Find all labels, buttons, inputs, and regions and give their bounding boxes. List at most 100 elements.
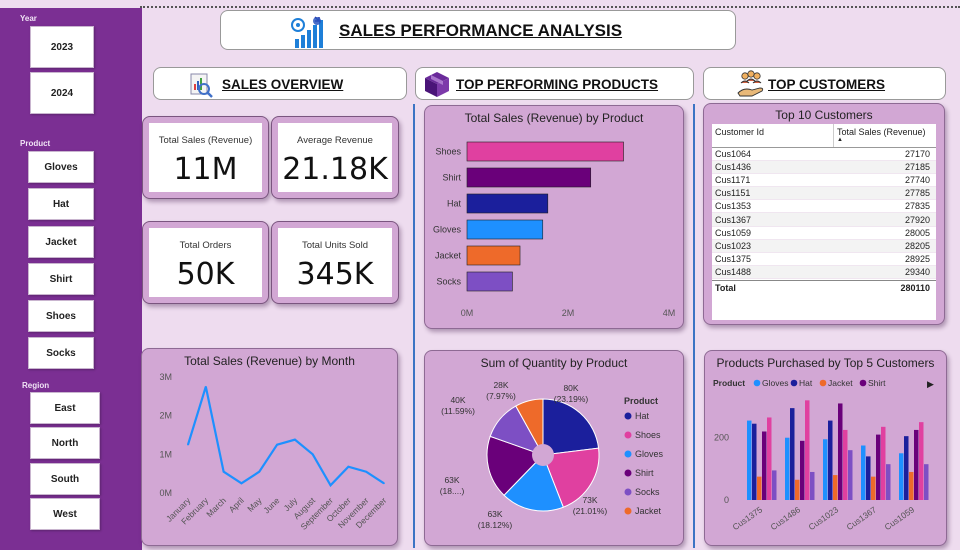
units-sold-card: Total Units Sold 345K — [271, 221, 399, 304]
customer-id-cell: Cus1171 — [715, 175, 751, 186]
pie-percent-label: (23.19%) — [554, 394, 589, 404]
customer-revenue-cell: 28005 — [904, 227, 930, 238]
region-west-button[interactable]: West — [30, 498, 100, 530]
y-tick-label: 2M — [159, 411, 172, 421]
pie-value-label: 40K — [450, 395, 465, 405]
year-2023-button[interactable]: 2023 — [30, 26, 94, 68]
cluster-bar-socks — [924, 464, 929, 500]
product-shirt-button[interactable]: Shirt — [28, 263, 94, 295]
region-filter-label: Region — [22, 381, 50, 390]
revenue-by-month-panel: Total Sales (Revenue) by Month 0M 1M 2M 3M J… — [141, 348, 398, 546]
cluster-bar-hat — [866, 456, 871, 500]
cluster-bar-socks — [810, 471, 815, 500]
cluster-bar-hat — [752, 423, 757, 500]
filter-sidebar: Year 2023 2024 Product Gloves Hat Jacket… — [0, 8, 142, 550]
top-customers-header: TOP CUSTOMERS — [703, 67, 946, 100]
year-2024-button[interactable]: 2024 — [30, 72, 94, 114]
customer-id-column-header[interactable]: Customer Id — [712, 124, 834, 147]
product-hat-button[interactable]: Hat — [28, 188, 94, 220]
customer-hand-icon — [736, 69, 766, 104]
legend-next-arrow-icon: ▶ — [927, 379, 934, 389]
cluster-bar-gloves — [861, 445, 866, 500]
average-revenue-value: 21.18K — [282, 152, 388, 187]
legend-marker-hat — [624, 412, 632, 420]
product-axis-label: Socks — [436, 277, 461, 287]
revenue-bar-hat — [466, 193, 549, 214]
top-customers-table-title: Top 10 Customers — [775, 108, 873, 122]
month-point — [276, 443, 278, 446]
top5-customers-panel: Products Purchased by Top 5 Customers Pr… — [704, 350, 947, 546]
revenue-trend-line — [186, 386, 385, 488]
y-tick-label: 1M — [159, 449, 172, 459]
customer-tick-label: Cus1367 — [845, 504, 879, 532]
cluster-legend-label-shirt: Shirt — [868, 378, 886, 388]
customer-revenue-cell: 27835 — [904, 201, 930, 212]
table-header-row: Customer Id Total Sales (Revenue) ▲ — [712, 124, 936, 148]
x-tick-label: 4M — [663, 308, 676, 318]
product-gloves-button[interactable]: Gloves — [28, 151, 94, 183]
cluster-bar-gloves — [899, 453, 904, 500]
total-label: Total — [715, 283, 736, 294]
cluster-legend-marker-shirt — [859, 379, 867, 387]
section-divider-left — [413, 104, 415, 548]
region-east-button[interactable]: East — [30, 392, 100, 424]
top-customers-panel: Top 10 Customers Customer Id Total Sales… — [703, 103, 945, 325]
month-point — [311, 453, 314, 456]
month-tick-label: May — [245, 495, 264, 514]
customer-revenue-cell: 27785 — [904, 188, 930, 199]
y-tick-label: 3M — [159, 372, 172, 382]
cluster-bar-socks — [848, 450, 853, 500]
month-tick-label: April — [227, 495, 246, 514]
cluster-bar-shoes — [919, 422, 924, 500]
units-sold-value: 345K — [296, 257, 374, 292]
total-value: 280110 — [900, 283, 930, 294]
product-jacket-button[interactable]: Jacket — [28, 226, 94, 258]
legend-label-shoes: Shoes — [635, 430, 661, 440]
customer-revenue-cell: 27185 — [904, 162, 930, 173]
month-point — [329, 484, 332, 487]
revenue-by-product-panel: Total Sales (Revenue) by Product Shoes Sh… — [424, 105, 684, 329]
cluster-bar-jacket — [871, 476, 876, 500]
cluster-bar-gloves — [785, 437, 790, 500]
top-products-header: TOP PERFORMING PRODUCTS — [415, 67, 694, 100]
customer-id-cell: Cus1023 — [715, 240, 752, 251]
month-point — [258, 470, 261, 473]
year-filter-label: Year — [20, 14, 37, 23]
dashboard-title: SALES PERFORMANCE ANALYSIS — [339, 21, 623, 40]
pie-slice-hat — [542, 398, 600, 456]
y-tick-label: 200 — [714, 433, 729, 443]
customer-revenue-cell: 27740 — [904, 175, 930, 186]
dashboard-header: SALES PERFORMANCE ANALYSIS — [220, 10, 736, 50]
cluster-legend-title: Product — [713, 378, 745, 388]
legend-marker-socks — [624, 488, 632, 496]
pie-percent-label: (18.12%) — [478, 520, 513, 530]
section-divider-right — [693, 104, 695, 548]
revenue-bar-shirt — [466, 167, 592, 188]
legend-marker-shoes — [624, 431, 632, 439]
cluster-legend-marker-jacket — [819, 379, 827, 387]
x-tick-label: 0M — [461, 308, 474, 318]
revenue-by-month-chart: 0M1M2M3MJanuaryFebruaryMarchApril MayJune… — [159, 372, 388, 532]
top-products-title: TOP PERFORMING PRODUCTS — [456, 77, 659, 92]
product-shoes-button[interactable]: Shoes — [28, 300, 94, 332]
region-north-button[interactable]: North — [30, 427, 100, 459]
legend-label-hat: Hat — [635, 411, 650, 421]
month-tick-label: March — [204, 495, 228, 519]
customer-id-cell: Cus1488 — [715, 266, 752, 277]
cluster-legend-marker-gloves — [753, 379, 761, 387]
product-axis-label: Shirt — [442, 173, 461, 183]
pie-percent-label: (7.97%) — [486, 391, 516, 401]
legend-marker-jacket — [624, 507, 632, 515]
revenue-bar-gloves — [466, 219, 544, 240]
legend-label-jacket: Jacket — [635, 506, 662, 516]
product-socks-button[interactable]: Socks — [28, 337, 94, 369]
month-point — [383, 482, 385, 485]
total-sales-column-header[interactable]: Total Sales (Revenue) ▲ — [834, 124, 934, 147]
customer-id-cell: Cus1375 — [715, 253, 752, 264]
region-south-button[interactable]: South — [30, 463, 100, 495]
top-customers-table: Customer Id Total Sales (Revenue) ▲ Cus1… — [712, 124, 936, 320]
total-orders-card: Total Orders 50K — [142, 221, 269, 304]
month-tick-label: June — [261, 495, 281, 515]
total-orders-value: 50K — [176, 257, 235, 292]
revenue-bar-shoes — [466, 141, 624, 162]
